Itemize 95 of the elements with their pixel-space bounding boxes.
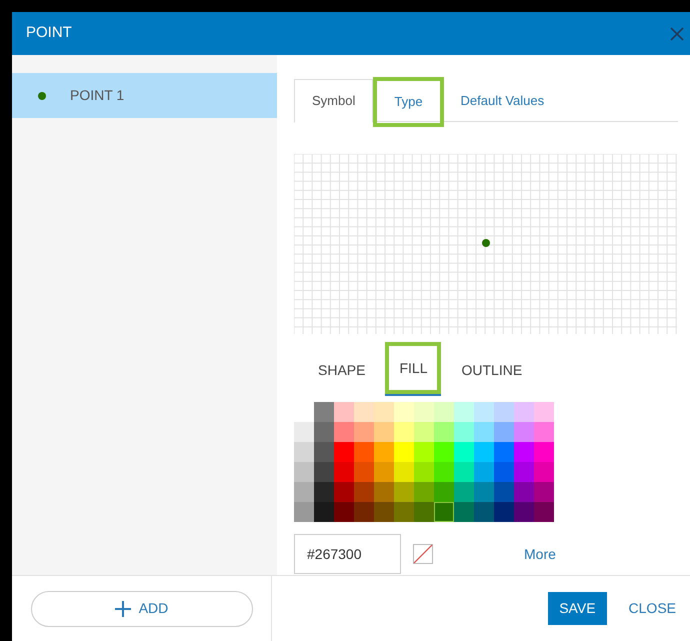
color-swatch[interactable] [414,482,434,502]
color-swatch[interactable] [414,502,434,522]
color-swatch[interactable] [474,462,494,482]
color-swatch[interactable] [414,402,434,422]
style-tab[interactable]: FILL [385,342,442,394]
color-swatch[interactable] [474,502,494,522]
color-swatch[interactable] [414,442,434,462]
color-swatch[interactable] [374,502,394,522]
tab[interactable]: Symbol [294,79,374,123]
close-icon[interactable] [670,26,684,40]
color-swatch[interactable] [434,482,454,502]
color-swatch[interactable] [354,442,374,462]
color-swatch[interactable] [394,422,414,442]
color-swatch[interactable] [334,422,354,442]
color-swatch[interactable] [434,422,454,442]
color-swatch[interactable] [434,442,454,462]
color-swatch[interactable] [314,402,334,422]
color-swatch[interactable] [414,422,434,442]
no-color-icon[interactable] [413,544,433,564]
color-swatch[interactable] [534,402,554,422]
more-link[interactable]: More [524,544,556,564]
color-swatch[interactable] [354,402,374,422]
color-swatch[interactable] [374,402,394,422]
point-symbol [482,239,490,247]
color-swatch[interactable] [514,482,534,502]
color-swatch[interactable] [374,422,394,442]
color-swatch[interactable] [374,442,394,462]
color-swatch[interactable] [514,422,534,442]
color-swatch[interactable] [314,422,334,442]
color-swatch[interactable] [414,462,434,482]
color-swatch[interactable] [354,502,374,522]
dialog-title: POINT [26,23,72,44]
color-swatch[interactable] [354,482,374,502]
color-swatch[interactable] [334,402,354,422]
color-swatch[interactable] [534,442,554,462]
color-swatch[interactable] [294,442,314,462]
color-swatch[interactable] [434,402,454,422]
color-swatch[interactable] [494,422,514,442]
color-swatch[interactable] [494,482,514,502]
color-swatch[interactable] [454,462,474,482]
tab[interactable]: Default Values [444,79,562,123]
color-swatch[interactable] [314,462,334,482]
color-swatch[interactable] [534,482,554,502]
hex-color-field[interactable]: #267300 [294,534,401,574]
color-swatch[interactable] [514,442,534,462]
add-button[interactable]: ADD [30,590,252,626]
color-swatch[interactable] [454,422,474,442]
color-swatch[interactable] [494,462,514,482]
color-swatch[interactable] [494,502,514,522]
color-swatch[interactable] [394,482,414,502]
color-swatch[interactable] [334,442,354,462]
color-swatch[interactable] [294,502,314,522]
plus-icon [114,600,131,616]
color-swatch[interactable] [434,462,454,482]
color-swatch[interactable] [514,462,534,482]
color-swatch[interactable] [334,462,354,482]
color-swatch[interactable] [454,482,474,502]
color-swatch[interactable] [374,462,394,482]
color-swatch[interactable] [534,502,554,522]
color-swatch[interactable] [314,482,334,502]
color-swatch[interactable] [494,402,514,422]
color-swatch[interactable] [294,422,314,442]
color-swatch[interactable] [514,502,534,522]
color-swatch[interactable] [454,402,474,422]
color-swatch[interactable] [474,422,494,442]
close-button[interactable]: CLOSE [628,592,676,625]
color-swatch[interactable] [354,462,374,482]
tab[interactable]: Type [373,77,444,127]
color-swatch[interactable] [354,422,374,442]
color-swatch[interactable] [334,482,354,502]
color-swatch[interactable] [334,502,354,522]
color-swatch[interactable] [314,502,334,522]
style-tab[interactable]: SHAPE [308,350,376,390]
color-swatch[interactable] [394,442,414,462]
color-swatch[interactable] [474,402,494,422]
color-swatch[interactable] [294,482,314,502]
color-swatch[interactable] [314,442,334,462]
color-swatch[interactable] [494,442,514,462]
feature-list-item[interactable]: POINT 1 [12,73,277,118]
color-swatch[interactable] [534,422,554,442]
color-swatch[interactable] [374,482,394,502]
color-swatch[interactable] [474,482,494,502]
color-swatch[interactable] [394,402,414,422]
color-swatch[interactable] [454,442,474,462]
color-swatch[interactable] [394,502,414,522]
feature-label: POINT 1 [70,86,124,105]
color-swatch[interactable] [394,462,414,482]
color-swatch[interactable] [454,502,474,522]
color-swatch[interactable] [534,462,554,482]
style-tab[interactable]: OUTLINE [451,350,532,390]
color-swatch[interactable] [434,502,454,522]
color-swatch[interactable] [514,402,534,422]
save-button[interactable]: SAVE [548,592,607,625]
color-swatch[interactable] [294,462,314,482]
color-swatch[interactable] [474,442,494,462]
